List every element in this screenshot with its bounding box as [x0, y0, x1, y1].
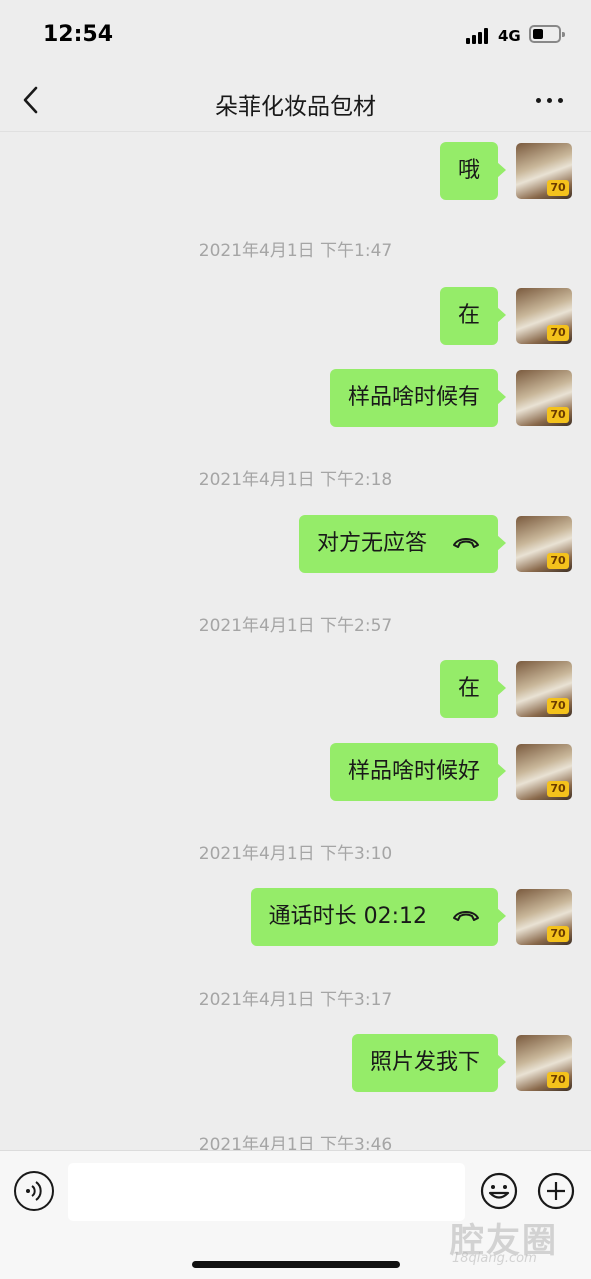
phone-hangup-icon	[453, 911, 479, 921]
message-row: 哦 70	[0, 142, 591, 200]
timestamp: 2021年4月1日 下午2:18	[198, 470, 393, 490]
battery-icon	[529, 25, 565, 43]
call-bubble[interactable]: 通话时长 02:12	[250, 888, 507, 946]
avatar[interactable]: 70	[516, 661, 572, 717]
emoji-button[interactable]	[479, 1171, 519, 1211]
message-list[interactable]: 哦 70 2021年4月1日 下午1:47 在 70 样品啥时候有 70 202…	[0, 132, 591, 1150]
avatar[interactable]: 70	[516, 143, 572, 199]
timestamp: 2021年4月1日 下午3:17	[198, 990, 393, 1010]
message-row: 通话时长 02:12 70	[0, 888, 591, 946]
chat-header: 朵菲化妆品包材	[0, 70, 591, 132]
message-row: 样品啥时候有 70	[0, 369, 591, 427]
message-bubble[interactable]: 哦	[439, 142, 507, 200]
watermark-url: 18qiang.com	[452, 1251, 537, 1266]
message-row: 照片发我下 70	[0, 1034, 591, 1092]
message-bubble[interactable]: 样品啥时候有	[329, 369, 507, 427]
message-input[interactable]	[68, 1163, 465, 1221]
avatar[interactable]: 70	[516, 516, 572, 572]
avatar[interactable]: 70	[516, 288, 572, 344]
timestamp: 2021年4月1日 下午3:10	[198, 844, 393, 864]
timestamp: 2021年4月1日 下午1:47	[198, 241, 393, 261]
message-bubble[interactable]: 在	[439, 287, 507, 345]
call-bubble[interactable]: 对方无应答	[298, 515, 507, 573]
emoji-icon	[480, 1172, 518, 1210]
voice-button[interactable]	[14, 1171, 54, 1211]
input-bar: 腔友圈 18qiang.com	[0, 1150, 591, 1279]
timestamp: 2021年4月1日 下午2:57	[198, 616, 393, 636]
avatar[interactable]: 70	[516, 744, 572, 800]
plus-icon	[537, 1172, 575, 1210]
more-button[interactable]	[532, 90, 568, 110]
status-time: 12:54	[43, 22, 114, 47]
more-dots-icon	[536, 98, 541, 103]
voice-icon	[26, 1181, 42, 1201]
message-row: 在 70	[0, 660, 591, 718]
message-bubble[interactable]: 样品啥时候好	[329, 743, 507, 801]
avatar[interactable]: 70	[516, 370, 572, 426]
avatar[interactable]: 70	[516, 889, 572, 945]
chat-title: 朵菲化妆品包材	[215, 94, 376, 120]
message-row: 在 70	[0, 287, 591, 345]
message-row: 样品啥时候好 70	[0, 743, 591, 801]
avatar[interactable]: 70	[516, 1035, 572, 1091]
network-type: 4G	[498, 27, 521, 45]
phone-hangup-icon	[453, 538, 479, 548]
plus-button[interactable]	[536, 1171, 576, 1211]
message-row: 对方无应答 70	[0, 515, 591, 573]
status-bar: 12:54 4G	[0, 0, 591, 70]
timestamp: 2021年4月1日 下午3:46	[198, 1135, 393, 1150]
message-bubble[interactable]: 在	[439, 660, 507, 718]
message-bubble[interactable]: 照片发我下	[351, 1034, 507, 1092]
signal-icon	[466, 28, 492, 44]
home-indicator	[192, 1261, 400, 1268]
